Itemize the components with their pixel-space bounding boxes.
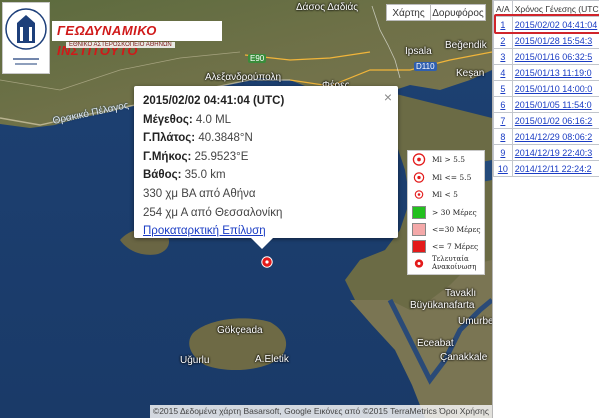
latitude-label: Γ.Πλάτος: — [143, 132, 196, 145]
place-ipsala: Ipsala — [405, 46, 432, 57]
table-row[interactable]: 10 2014/12/11 22:24:2 — [493, 160, 599, 177]
depth-label: Βάθος: — [143, 169, 182, 182]
row-time[interactable]: 2015/01/13 11:19:0 — [511, 64, 599, 81]
latitude-value: 40.3848°N — [198, 132, 253, 145]
row-time[interactable]: 2015/01/02 06:16:2 — [511, 112, 599, 129]
place-bukyanafarta: Büyükanafarta — [410, 300, 475, 311]
magnitude-label: Μέγεθος: — [143, 113, 193, 126]
institute-logo: ΓΕΩΔΥΝΑΜΙΚΟ ΙΝΣΤΙΤΟΥΤΟ ΕΘΝΙΚΟ ΑΣΤΕΡΟΣΚΟΠ… — [2, 2, 222, 74]
table-row[interactable]: 3 2015/01/16 06:32:5 — [493, 48, 599, 65]
place-tavakli: Tavaklı — [445, 288, 477, 299]
map-type-map-button[interactable]: Χάρτης — [386, 4, 431, 21]
events-panel: Α/Α Χρόνος Γένεσης (UTC) 1 2015/02/02 04:… — [492, 0, 599, 418]
place-alexandroupoli: Αλεξανδρούπολη — [205, 72, 282, 83]
row-time[interactable]: 2014/12/19 22:40:3 — [511, 144, 599, 161]
row-index[interactable]: 3 — [493, 48, 513, 65]
latest-event-icon — [413, 258, 425, 269]
place-begendik: Beğendik — [445, 40, 487, 51]
depth-value: 35.0 km — [184, 169, 226, 182]
longitude-label: Γ.Μήκος: — [143, 150, 192, 163]
row-time[interactable]: 2014/12/29 08:06:2 — [511, 128, 599, 145]
place-aletik: A.Eletik — [255, 354, 289, 365]
longitude-value: 25.9523°E — [194, 150, 249, 163]
map-view[interactable]: ΓΕΩΔΥΝΑΜΙΚΟ ΙΝΣΤΙΤΟΥΤΟ ΕΘΝΙΚΟ ΑΣΤΕΡΟΣΚΟΠ… — [0, 0, 492, 418]
legend-latest: Τελευταία Ανακοίνωση — [432, 255, 477, 271]
attribution-text: ©2015 Δεδομένα χάρτη Basarsoft, Google Ε… — [149, 405, 492, 418]
row-time[interactable]: 2015/01/16 06:32:5 — [511, 48, 599, 65]
age-month-swatch — [412, 223, 426, 236]
row-index[interactable]: 9 — [493, 144, 513, 161]
map-type-satellite-button[interactable]: Δορυφόρος — [430, 4, 486, 21]
row-index[interactable]: 4 — [493, 64, 513, 81]
table-row[interactable]: 2 2015/01/28 15:54:3 — [493, 32, 599, 49]
place-ugurlu: Uğurlu — [180, 355, 210, 366]
place-umurbey: Umurbey — [458, 316, 492, 327]
distance-thessaloniki: 254 χμ Α από Θεσσαλονίκη — [143, 206, 283, 219]
table-row[interactable]: 5 2015/01/10 14:00:0 — [493, 80, 599, 97]
table-row[interactable]: 6 2015/01/05 11:54:0 — [493, 96, 599, 113]
distance-athens: 330 χμ ΒΑ από Αθήνα — [143, 187, 256, 200]
selected-row-highlight — [494, 14, 599, 34]
row-time[interactable]: 2015/01/28 15:54:3 — [511, 32, 599, 49]
legend-mag-mid: Ml <= 5.5 — [432, 173, 472, 182]
age-week-swatch — [412, 240, 426, 253]
magnitude-low-icon — [414, 190, 424, 199]
row-index[interactable]: 2 — [493, 32, 513, 49]
map-legend: Ml > 5.5 Ml <= 5.5 Ml < 5 > 30 Μέρες <=3… — [407, 150, 485, 275]
institute-subtitle: ΕΘΝΙΚΟ ΑΣΤΕΡΟΣΚΟΠΕΙΟ ΑΘΗΝΩΝ — [66, 42, 175, 48]
magnitude-value: 4.0 ML — [195, 113, 232, 126]
earthquake-marker-icon[interactable] — [261, 255, 273, 268]
magnitude-high-icon — [412, 153, 426, 166]
magnitude-mid-icon — [413, 172, 425, 183]
place-eceabat: Eceabat — [417, 338, 454, 349]
road-e90: E90 — [248, 54, 267, 63]
row-time[interactable]: 2015/01/10 14:00:0 — [511, 80, 599, 97]
event-info-popup: × 2015/02/02 04:41:04 (UTC) Μέγεθος: 4.0… — [134, 86, 398, 249]
row-index[interactable]: 5 — [493, 80, 513, 97]
map-attribution: ©2015 Δεδομένα χάρτη Basarsoft, Google Ε… — [0, 405, 492, 418]
place-dadia: Δάσος Δαδιάς — [296, 2, 359, 13]
place-gokceada: Gökçeada — [217, 325, 263, 336]
row-index[interactable]: 8 — [493, 128, 513, 145]
road-d110: D110 — [414, 62, 437, 71]
event-datetime: 2015/02/02 04:41:04 (UTC) — [143, 95, 285, 107]
row-index[interactable]: 10 — [493, 160, 513, 177]
row-index[interactable]: 6 — [493, 96, 513, 113]
legend-age-month: <=30 Μέρες — [432, 225, 481, 234]
table-row[interactable]: 7 2015/01/02 06:16:2 — [493, 112, 599, 129]
table-row[interactable]: 4 2015/01/13 11:19:0 — [493, 64, 599, 81]
row-time[interactable]: 2014/12/11 22:24:2 — [511, 160, 599, 177]
legend-age-week: <= 7 Μέρες — [432, 242, 479, 251]
row-time[interactable]: 2015/01/05 11:54:0 — [511, 96, 599, 113]
table-row[interactable]: 9 2014/12/19 22:40:3 — [493, 144, 599, 161]
age-old-swatch — [412, 206, 426, 219]
legend-mag-high: Ml > 5.5 — [432, 155, 466, 164]
crest-icon — [2, 2, 50, 74]
institute-title: ΓΕΩΔΥΝΑΜΙΚΟ ΙΝΣΤΙΤΟΥΤΟ — [52, 21, 222, 58]
place-canakkale: Çanakkale — [440, 352, 488, 363]
table-row[interactable]: 8 2014/12/29 08:06:2 — [493, 128, 599, 145]
preliminary-solution-link[interactable]: Προκαταρκτική Επίλυση — [143, 225, 266, 237]
legend-mag-low: Ml < 5 — [432, 190, 458, 199]
place-kesan: Keşan — [456, 68, 485, 79]
legend-age-old: > 30 Μέρες — [432, 208, 477, 217]
row-index[interactable]: 7 — [493, 112, 513, 129]
close-icon[interactable]: × — [384, 89, 392, 105]
